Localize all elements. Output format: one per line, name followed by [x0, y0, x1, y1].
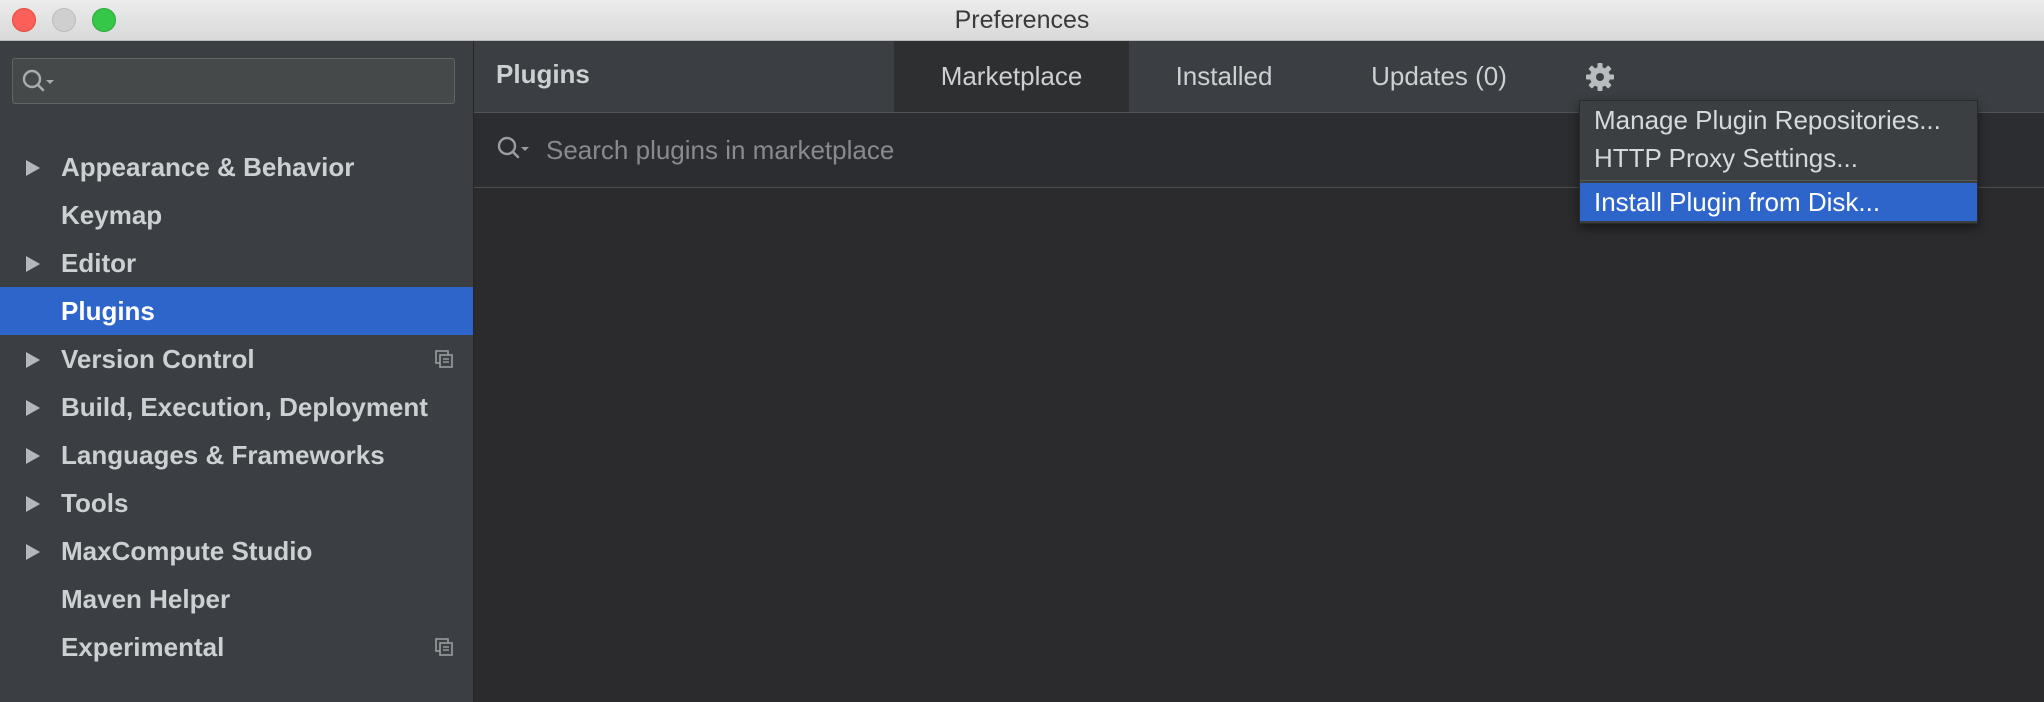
- sidebar-item-tools[interactable]: Tools: [0, 479, 473, 527]
- sidebar-item-languages-frameworks[interactable]: Languages & Frameworks: [0, 431, 473, 479]
- plugin-list-area: [474, 188, 2044, 702]
- expand-arrow-icon[interactable]: [26, 496, 40, 512]
- page-title: Plugins: [496, 59, 590, 89]
- sidebar-search-field[interactable]: [12, 58, 455, 104]
- project-level-copy-icon: [435, 350, 453, 368]
- expand-arrow-icon[interactable]: [26, 352, 40, 368]
- sidebar-item-label: Experimental: [61, 632, 225, 662]
- settings-sidebar: Appearance & Behavior Keymap Editor Plug…: [0, 41, 473, 702]
- search-icon: [22, 69, 54, 92]
- sidebar-item-label: Plugins: [61, 296, 155, 326]
- menu-item-manage-plugin-repositories[interactable]: Manage Plugin Repositories...: [1580, 101, 1977, 139]
- gear-icon[interactable]: [1584, 61, 1616, 93]
- sidebar-item-label: Editor: [61, 248, 137, 278]
- search-icon[interactable]: [496, 135, 530, 163]
- menu-item-http-proxy-settings[interactable]: HTTP Proxy Settings...: [1580, 139, 1977, 177]
- window-title: Preferences: [954, 6, 1090, 34]
- sidebar-item-editor[interactable]: Editor: [0, 239, 473, 287]
- menu-separator: [1580, 180, 1977, 181]
- plugin-settings-menu: Manage Plugin Repositories... HTTP Proxy…: [1579, 100, 1978, 224]
- sidebar-item-appearance-behavior[interactable]: Appearance & Behavior: [0, 143, 473, 191]
- expand-arrow-icon[interactable]: [26, 256, 40, 272]
- title-bar: Preferences: [0, 0, 2044, 41]
- sidebar-item-experimental[interactable]: Experimental: [0, 623, 473, 671]
- sidebar-item-label: Build, Execution, Deployment: [61, 392, 428, 422]
- sidebar-item-label: Appearance & Behavior: [61, 152, 355, 182]
- sidebar-item-maxcompute-studio[interactable]: MaxCompute Studio: [0, 527, 473, 575]
- tab-marketplace[interactable]: Marketplace: [894, 41, 1129, 112]
- project-level-copy-icon: [435, 638, 453, 656]
- sidebar-item-plugins[interactable]: Plugins: [0, 287, 473, 335]
- menu-item-install-plugin-from-disk[interactable]: Install Plugin from Disk...: [1580, 183, 1977, 221]
- plugin-search-input[interactable]: [544, 129, 1248, 171]
- expand-arrow-icon[interactable]: [26, 544, 40, 560]
- preferences-window: Preferences Appearance & Behavior Keymap…: [0, 0, 2044, 702]
- sidebar-item-label: MaxCompute Studio: [61, 536, 313, 566]
- sidebar-item-maven-helper[interactable]: Maven Helper: [0, 575, 473, 623]
- sidebar-item-label: Tools: [61, 488, 129, 518]
- tab-updates[interactable]: Updates (0): [1319, 41, 1559, 112]
- expand-arrow-icon[interactable]: [26, 160, 40, 176]
- sidebar-item-label: Languages & Frameworks: [61, 440, 385, 470]
- settings-tree: Appearance & Behavior Keymap Editor Plug…: [0, 143, 473, 671]
- tab-installed[interactable]: Installed: [1129, 41, 1319, 112]
- sidebar-item-version-control[interactable]: Version Control: [0, 335, 473, 383]
- expand-arrow-icon[interactable]: [26, 448, 40, 464]
- sidebar-item-build-execution-deployment[interactable]: Build, Execution, Deployment: [0, 383, 473, 431]
- sidebar-item-label: Keymap: [61, 200, 163, 230]
- sidebar-item-label: Maven Helper: [61, 584, 231, 614]
- sidebar-item-keymap[interactable]: Keymap: [0, 191, 473, 239]
- expand-arrow-icon[interactable]: [26, 400, 40, 416]
- sidebar-item-label: Version Control: [61, 344, 255, 374]
